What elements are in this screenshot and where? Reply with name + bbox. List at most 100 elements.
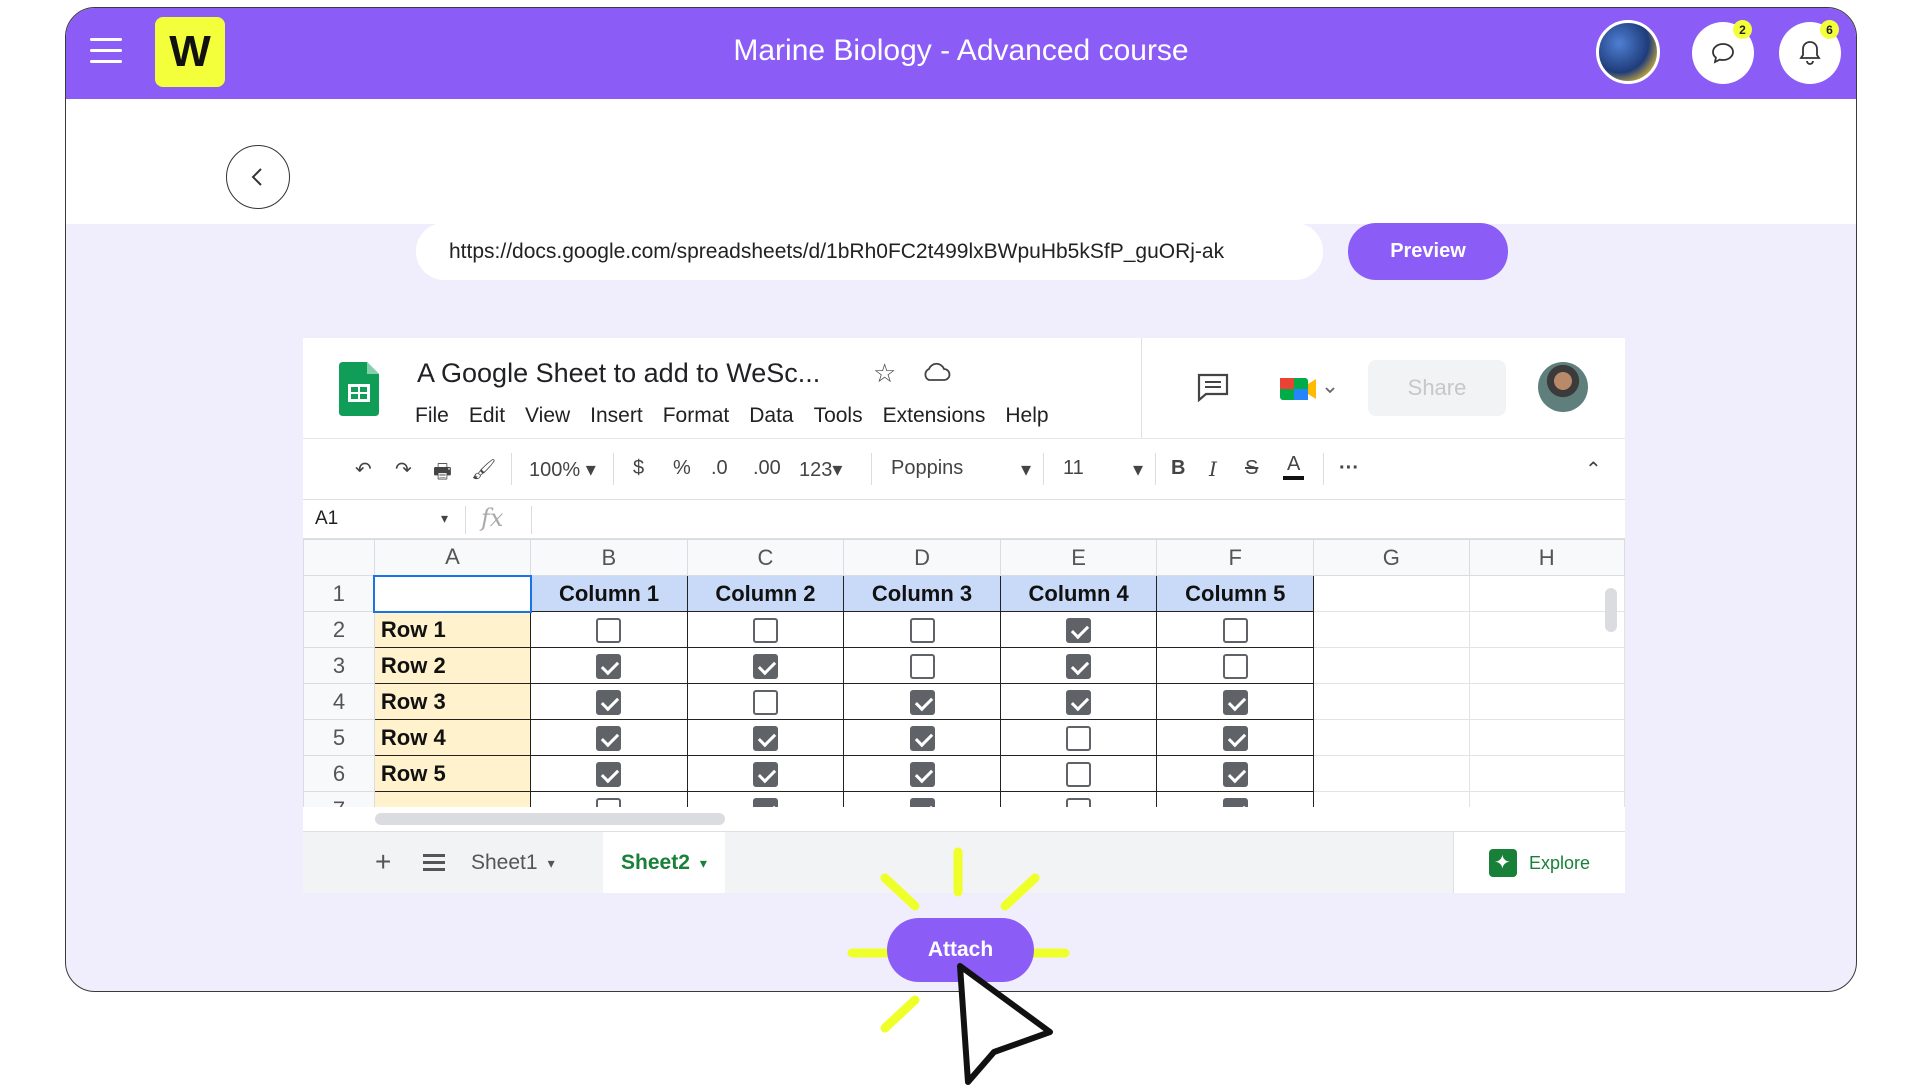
menu-help[interactable]: Help (1005, 404, 1048, 428)
checkbox-cell[interactable] (999, 683, 1158, 720)
checked-checkbox[interactable] (1222, 761, 1248, 787)
row-header[interactable]: 4 (303, 683, 375, 720)
empty-cell[interactable] (1313, 791, 1470, 807)
name-box[interactable]: A1 (315, 508, 338, 530)
checkbox-cell[interactable] (843, 683, 1001, 720)
checked-checkbox[interactable] (909, 797, 935, 807)
empty-cell[interactable] (1468, 611, 1625, 648)
col-header[interactable]: E (999, 539, 1158, 576)
checkbox-cell[interactable] (530, 755, 688, 792)
empty-cell[interactable] (1468, 719, 1625, 756)
url-input[interactable]: https://docs.google.com/spreadsheets/d/1… (416, 223, 1323, 280)
sheet-title[interactable]: A Google Sheet to add to WeSc... (417, 358, 820, 389)
checked-checkbox[interactable] (1066, 653, 1092, 679)
unchecked-checkbox[interactable] (909, 617, 935, 643)
share-button[interactable]: Share (1368, 360, 1506, 416)
checked-checkbox[interactable] (1066, 689, 1092, 715)
col-header[interactable]: A (373, 539, 532, 576)
unchecked-checkbox[interactable] (1066, 761, 1092, 787)
row-header[interactable]: 7 (303, 791, 375, 807)
checked-checkbox[interactable] (596, 761, 622, 787)
chevron-down-icon[interactable]: ▾ (441, 510, 448, 527)
increase-decimal-button[interactable]: .00 (753, 457, 781, 480)
row-label-cell[interactable]: Row 2 (373, 647, 532, 684)
checkbox-cell[interactable] (686, 791, 845, 807)
empty-cell[interactable] (1468, 755, 1625, 792)
header-cell[interactable]: Column 1 (530, 575, 688, 612)
header-cell[interactable]: Column 3 (843, 575, 1001, 612)
italic-button[interactable]: I (1209, 457, 1217, 481)
unchecked-checkbox[interactable] (596, 617, 622, 643)
decrease-decimal-button[interactable]: .0 (711, 457, 728, 480)
checkbox-cell[interactable] (999, 647, 1158, 684)
checkbox-cell[interactable] (1156, 647, 1315, 684)
menu-insert[interactable]: Insert (590, 404, 643, 428)
row-header[interactable]: 5 (303, 719, 375, 756)
checked-checkbox[interactable] (752, 725, 778, 751)
header-cell[interactable]: Column 5 (1156, 575, 1315, 612)
col-header[interactable]: C (686, 539, 845, 576)
unchecked-checkbox[interactable] (909, 653, 935, 679)
checkbox-cell[interactable] (1156, 755, 1315, 792)
checkbox-cell[interactable] (843, 647, 1001, 684)
sheet-user-avatar[interactable] (1538, 362, 1588, 412)
selected-cell-a1[interactable] (373, 574, 532, 613)
all-sheets-icon[interactable] (423, 854, 445, 875)
empty-cell[interactable] (1313, 575, 1470, 612)
row-label-cell[interactable] (373, 791, 532, 807)
unchecked-checkbox[interactable] (1066, 725, 1092, 751)
col-header[interactable]: B (530, 539, 688, 576)
undo-icon[interactable]: ↶ (355, 457, 372, 482)
checkbox-cell[interactable] (686, 683, 845, 720)
select-all-corner[interactable] (303, 539, 375, 576)
checkbox-cell[interactable] (843, 755, 1001, 792)
add-sheet-icon[interactable]: + (375, 846, 391, 878)
menu-format[interactable]: Format (663, 404, 730, 428)
redo-icon[interactable]: ↷ (395, 457, 412, 482)
empty-cell[interactable] (1468, 791, 1625, 807)
checked-checkbox[interactable] (909, 761, 935, 787)
back-button[interactable] (226, 145, 290, 209)
unchecked-checkbox[interactable] (1222, 617, 1248, 643)
row-header[interactable]: 1 (303, 575, 375, 612)
checked-checkbox[interactable] (1066, 617, 1092, 643)
more-formats-select[interactable]: 123▾ (799, 457, 842, 482)
checkbox-cell[interactable] (1156, 611, 1315, 648)
tab-sheet1[interactable]: Sheet1 ▾ (471, 832, 591, 893)
star-icon[interactable]: ☆ (873, 358, 896, 389)
unchecked-checkbox[interactable] (596, 797, 622, 807)
zoom-select[interactable]: 100% ▾ (529, 457, 596, 482)
vertical-scrollbar[interactable] (1605, 588, 1617, 632)
messages-button[interactable]: 2 (1692, 20, 1754, 84)
menu-tools[interactable]: Tools (814, 404, 863, 428)
checkbox-cell[interactable] (999, 611, 1158, 648)
menu-file[interactable]: File (415, 404, 449, 428)
bold-button[interactable]: B (1171, 457, 1185, 480)
checked-checkbox[interactable] (596, 653, 622, 679)
empty-cell[interactable] (1313, 683, 1470, 720)
checked-checkbox[interactable] (1222, 689, 1248, 715)
menu-data[interactable]: Data (749, 404, 793, 428)
checkbox-cell[interactable] (1156, 683, 1315, 720)
checkbox-cell[interactable] (843, 791, 1001, 807)
checkbox-cell[interactable] (843, 719, 1001, 756)
unchecked-checkbox[interactable] (1222, 653, 1248, 679)
checked-checkbox[interactable] (909, 725, 935, 751)
empty-cell[interactable] (1468, 683, 1625, 720)
row-header[interactable]: 3 (303, 647, 375, 684)
row-label-cell[interactable]: Row 1 (373, 611, 532, 648)
header-cell[interactable]: Column 2 (686, 575, 845, 612)
checkbox-cell[interactable] (686, 755, 845, 792)
empty-cell[interactable] (1313, 647, 1470, 684)
checkbox-cell[interactable] (1156, 719, 1315, 756)
comment-history-icon[interactable] (1196, 372, 1230, 402)
checkbox-cell[interactable] (843, 611, 1001, 648)
col-header[interactable]: G (1313, 539, 1470, 576)
col-header[interactable]: D (843, 539, 1001, 576)
cloud-status-icon[interactable] (921, 362, 951, 382)
checkbox-cell[interactable] (530, 683, 688, 720)
empty-cell[interactable] (1313, 611, 1470, 648)
checkbox-cell[interactable] (530, 611, 688, 648)
row-header[interactable]: 6 (303, 755, 375, 792)
checked-checkbox[interactable] (596, 725, 622, 751)
